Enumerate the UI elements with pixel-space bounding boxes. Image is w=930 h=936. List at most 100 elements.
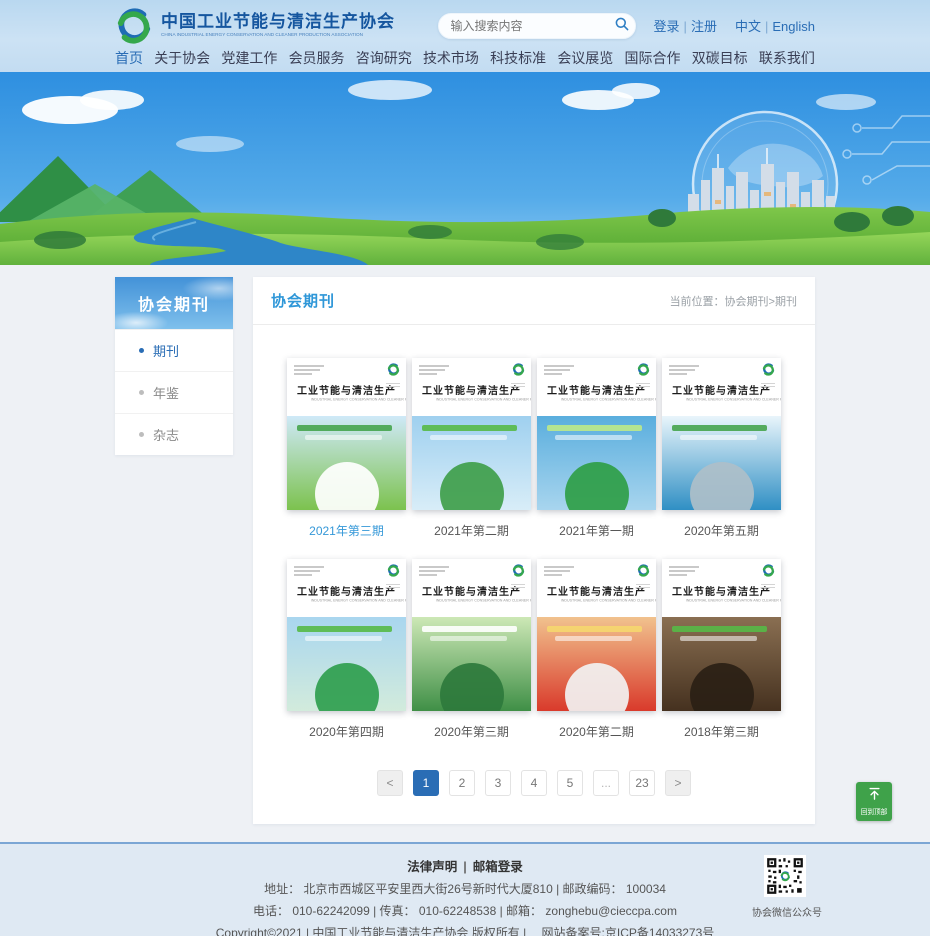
journal-cover-caption[interactable]: 2021年第三期	[287, 522, 406, 539]
cover-illustration	[537, 617, 656, 711]
register-link[interactable]: 注册	[691, 19, 717, 34]
pagination-page-23[interactable]: 23	[629, 770, 655, 796]
footer-link-legal[interactable]: 法律声明	[407, 860, 457, 874]
cover-banner-bar	[680, 636, 757, 641]
cover-banner-bar	[680, 435, 757, 440]
back-to-top-button[interactable]: 回到顶部	[856, 782, 892, 821]
cover-banner-bar	[305, 636, 382, 641]
login-link[interactable]: 登录	[654, 19, 680, 34]
journal-cover-card[interactable]: 工业节能与清洁生产 INDUSTRIAL ENERGY CONSERVATION…	[412, 358, 531, 510]
cover-meta-lines	[544, 566, 574, 578]
journal-item: 工业节能与清洁生产 INDUSTRIAL ENERGY CONSERVATION…	[287, 559, 406, 740]
pagination-page-3[interactable]: 3	[485, 770, 511, 796]
language-switcher: 中文 | English	[735, 16, 815, 35]
cover-subtitle: INDUSTRIAL ENERGY CONSERVATION AND CLEAN…	[561, 599, 632, 603]
cover-logo-icon	[511, 363, 525, 387]
separator: |	[684, 19, 687, 34]
cover-subtitle: INDUSTRIAL ENERGY CONSERVATION AND CLEAN…	[561, 398, 632, 402]
cover-banner-bar	[555, 435, 632, 440]
cover-banner-bar	[547, 626, 642, 632]
cover-subtitle: INDUSTRIAL ENERGY CONSERVATION AND CLEAN…	[686, 398, 757, 402]
cover-logo-icon	[386, 363, 400, 387]
cover-banner-bar	[305, 435, 382, 440]
pagination-ellipsis: ...	[593, 770, 619, 796]
cover-accent-shape	[690, 462, 754, 510]
sidebar-item-label: 杂志	[153, 425, 179, 444]
cover-subtitle: INDUSTRIAL ENERGY CONSERVATION AND CLEAN…	[686, 599, 757, 603]
journal-cover-caption[interactable]: 2018年第三期	[662, 723, 781, 740]
cover-logo-icon	[386, 564, 400, 588]
cover-banner-bar	[430, 636, 507, 641]
cover-illustration	[537, 416, 656, 510]
cover-illustration	[662, 416, 781, 510]
site-header: 中国工业节能与清洁生产协会 CHINA INDUSTRIAL ENERGY CO…	[0, 0, 930, 72]
journal-cover-card[interactable]: 工业节能与清洁生产 INDUSTRIAL ENERGY CONSERVATION…	[662, 358, 781, 510]
sidebar: 协会期刊 期刊 年鉴 杂志	[115, 277, 233, 455]
back-to-top-label: 回到顶部	[861, 807, 888, 817]
pagination-page-5[interactable]: 5	[557, 770, 583, 796]
main-panel: 协会期刊 当前位置：协会期刊>期刊 工业节能与清洁生产	[253, 277, 815, 824]
journal-cover-caption[interactable]: 2020年第四期	[287, 723, 406, 740]
cover-meta-lines	[419, 365, 449, 377]
journal-cover-caption[interactable]: 2020年第五期	[662, 522, 781, 539]
cover-logo-icon	[511, 564, 525, 588]
journal-cover-card[interactable]: 工业节能与清洁生产 INDUSTRIAL ENERGY CONSERVATION…	[662, 559, 781, 711]
journal-cover-card[interactable]: 工业节能与清洁生产 INDUSTRIAL ENERGY CONSERVATION…	[537, 559, 656, 711]
cover-accent-shape	[565, 663, 629, 711]
wechat-qr-block: 协会微信公众号	[752, 855, 818, 919]
sidebar-item-yearbook[interactable]: 年鉴	[115, 371, 233, 413]
cover-accent-shape	[565, 462, 629, 510]
association-logo-icon	[115, 7, 153, 45]
cover-illustration	[412, 617, 531, 711]
footer-copyright: Copyright©2021 | 中国工业节能与清洁生产协会 版权所有 | 网站…	[0, 924, 930, 936]
cover-banner-bar	[672, 626, 767, 632]
arrow-up-icon	[867, 786, 882, 806]
pagination-page-2[interactable]: 2	[449, 770, 475, 796]
cover-accent-shape	[690, 663, 754, 711]
pagination-prev[interactable]: <	[377, 770, 403, 796]
pagination-page-1[interactable]: 1	[413, 770, 439, 796]
wechat-qr-caption: 协会微信公众号	[752, 904, 818, 919]
lang-en-link[interactable]: English	[772, 19, 815, 34]
journal-cover-card[interactable]: 工业节能与清洁生产 INDUSTRIAL ENERGY CONSERVATION…	[412, 559, 531, 711]
journal-item: 工业节能与清洁生产 INDUSTRIAL ENERGY CONSERVATION…	[537, 559, 656, 740]
lang-zh-link[interactable]: 中文	[735, 19, 761, 34]
sidebar-title: 协会期刊	[115, 277, 233, 329]
bullet-dot-icon	[139, 432, 144, 437]
page-title: 协会期刊	[271, 290, 335, 311]
journal-cover-caption[interactable]: 2021年第一期	[537, 522, 656, 539]
sidebar-item-journal[interactable]: 期刊	[115, 329, 233, 371]
search-button[interactable]	[610, 13, 635, 39]
cover-subtitle: INDUSTRIAL ENERGY CONSERVATION AND CLEAN…	[311, 599, 382, 603]
journal-cover-caption[interactable]: 2020年第三期	[412, 723, 531, 740]
search-box	[438, 13, 636, 39]
journal-cover-card[interactable]: 工业节能与清洁生产 INDUSTRIAL ENERGY CONSERVATION…	[287, 358, 406, 510]
journal-cover-caption[interactable]: 2020年第二期	[537, 723, 656, 740]
journal-cover-card[interactable]: 工业节能与清洁生产 INDUSTRIAL ENERGY CONSERVATION…	[537, 358, 656, 510]
cover-subtitle: INDUSTRIAL ENERGY CONSERVATION AND CLEAN…	[436, 398, 507, 402]
separator: |	[463, 860, 467, 874]
cover-meta-lines	[669, 566, 699, 578]
bullet-dot-icon	[139, 348, 144, 353]
site-subtitle: CHINA INDUSTRIAL ENERGY CONSERVATION AND…	[161, 33, 363, 38]
journal-cover-card[interactable]: 工业节能与清洁生产 INDUSTRIAL ENERGY CONSERVATION…	[287, 559, 406, 711]
pagination-page-4[interactable]: 4	[521, 770, 547, 796]
search-icon	[614, 16, 630, 35]
separator: |	[765, 19, 768, 34]
journal-item: 工业节能与清洁生产 INDUSTRIAL ENERGY CONSERVATION…	[412, 559, 531, 740]
journal-item: 工业节能与清洁生产 INDUSTRIAL ENERGY CONSERVATION…	[537, 358, 656, 539]
journal-covers-grid: 工业节能与清洁生产 INDUSTRIAL ENERGY CONSERVATION…	[253, 325, 815, 740]
pagination-next[interactable]: >	[665, 770, 691, 796]
journal-cover-caption[interactable]: 2021年第二期	[412, 522, 531, 539]
footer-link-mail-login[interactable]: 邮箱登录	[473, 860, 523, 874]
cover-illustration	[412, 416, 531, 510]
cover-meta-lines	[544, 365, 574, 377]
cover-banner-bar	[555, 636, 632, 641]
topbar: 中国工业节能与清洁生产协会 CHINA INDUSTRIAL ENERGY CO…	[115, 0, 815, 46]
pagination: < 1 2 3 4 5 ... 23 >	[253, 740, 815, 824]
bullet-dot-icon	[139, 390, 144, 395]
page: 中国工业节能与清洁生产协会 CHINA INDUSTRIAL ENERGY CO…	[0, 0, 930, 936]
sidebar-item-magazine[interactable]: 杂志	[115, 413, 233, 455]
cover-banner-bar	[422, 626, 517, 632]
search-input[interactable]	[439, 19, 610, 33]
